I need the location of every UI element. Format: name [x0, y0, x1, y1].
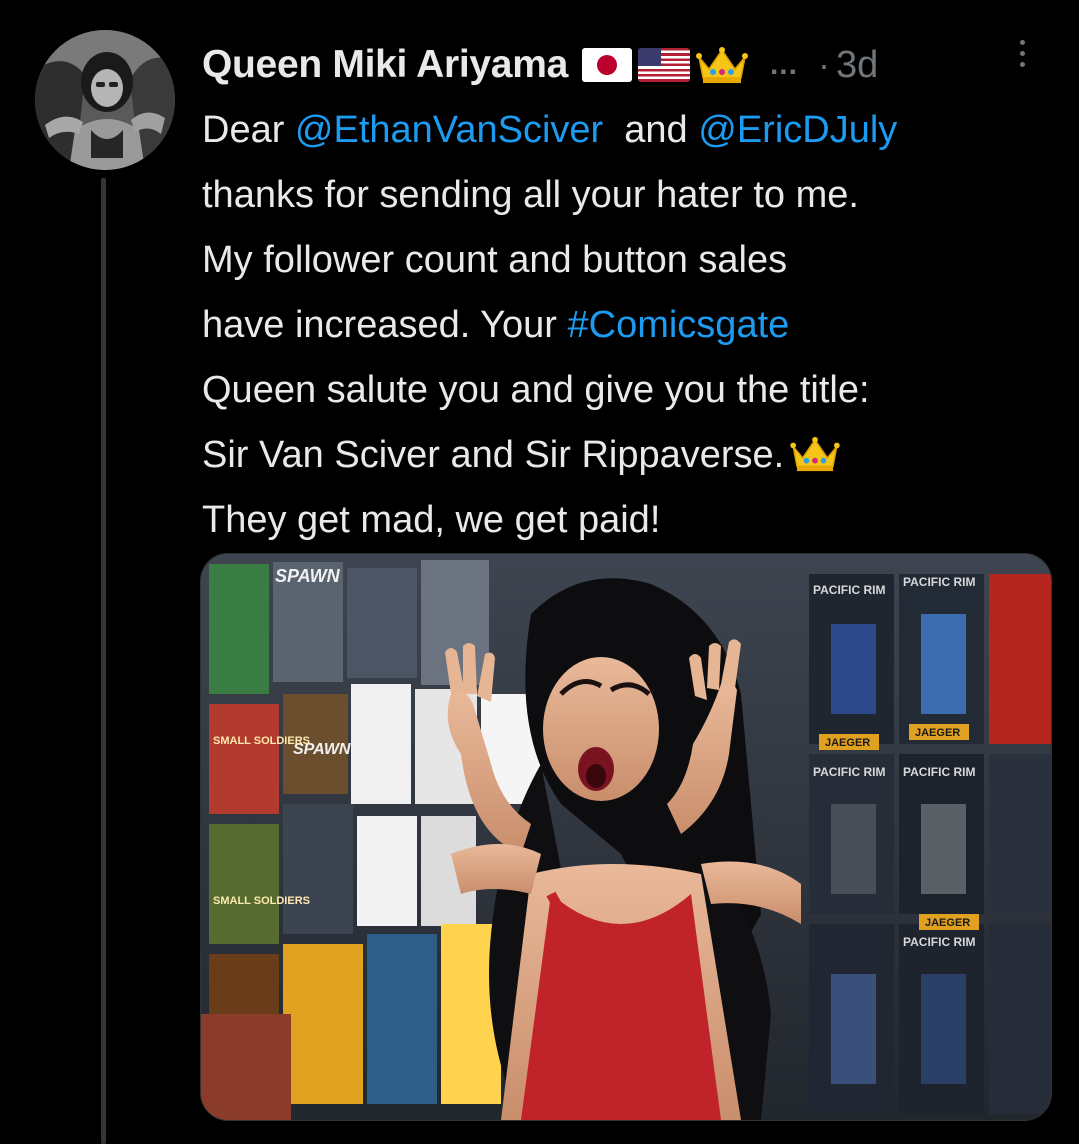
box-label: JAEGER	[825, 737, 870, 749]
box-label: JAEGER	[915, 727, 960, 739]
box-label: PACIFIC RIM	[903, 935, 975, 949]
tweet-media-photo[interactable]: SPAWN SPAWN SMALL SOLDIERS SMALL SOLDIER…	[200, 553, 1052, 1121]
more-vertical-icon[interactable]	[1017, 40, 1027, 80]
name-truncation: ...	[769, 48, 798, 81]
tweet-line: Sir Van Sciver and Sir Rippaverse.	[202, 423, 1062, 488]
avatar-photo	[35, 30, 175, 170]
photo-illustration: SPAWN SPAWN SMALL SOLDIERS SMALL SOLDIER…	[201, 554, 1051, 1120]
text-span: Dear	[202, 109, 295, 151]
box-label: PACIFIC RIM	[903, 765, 975, 779]
box-label: SMALL SOLDIERS	[213, 735, 310, 747]
box-label: PACIFIC RIM	[813, 765, 885, 779]
toy-boxes-right	[809, 574, 1051, 1114]
tweet[interactable]: Queen Miki Ariyama ... · 3d Dear @EthanV…	[0, 0, 1079, 1144]
flag-japan-icon	[581, 48, 632, 82]
tweet-header: Queen Miki Ariyama ... · 3d	[202, 36, 878, 94]
separator-dot: ·	[817, 44, 830, 85]
text-span: and	[603, 109, 699, 151]
box-label: PACIFIC RIM	[813, 583, 885, 597]
box-label: JAEGER	[925, 917, 970, 929]
box-label: SPAWN	[275, 566, 341, 586]
avatar[interactable]	[35, 30, 175, 170]
tweet-line: have increased. Your #Comicsgate	[202, 293, 1062, 358]
flag-usa-icon	[637, 48, 690, 82]
display-name[interactable]: Queen Miki Ariyama	[202, 43, 568, 87]
tweet-line: Queen salute you and give you the title:	[202, 369, 870, 411]
mention-link[interactable]: @EricDJuly	[698, 109, 897, 151]
mention-link[interactable]: @EthanVanSciver	[295, 109, 603, 151]
crown-icon	[790, 429, 840, 472]
thread-line	[101, 178, 106, 1144]
tweet-line: My follower count and button sales	[202, 239, 788, 281]
text-span: have increased. Your	[202, 304, 568, 346]
tweet-line: They get mad, we get paid!	[202, 499, 661, 541]
tweet-text: Dear @EthanVanSciver and @EricDJuly than…	[202, 98, 1062, 553]
tweet-line: Dear @EthanVanSciver and @EricDJuly	[202, 98, 1062, 163]
timestamp[interactable]: 3d	[836, 44, 878, 87]
tweet-line: thanks for sending all your hater to me.	[202, 174, 859, 216]
hashtag-link[interactable]: #Comicsgate	[568, 304, 790, 346]
text-span: Sir Van Sciver and Sir Rippaverse.	[202, 434, 785, 476]
box-label: SMALL SOLDIERS	[213, 895, 310, 907]
crown-icon	[695, 45, 748, 85]
box-label: PACIFIC RIM	[903, 575, 975, 589]
